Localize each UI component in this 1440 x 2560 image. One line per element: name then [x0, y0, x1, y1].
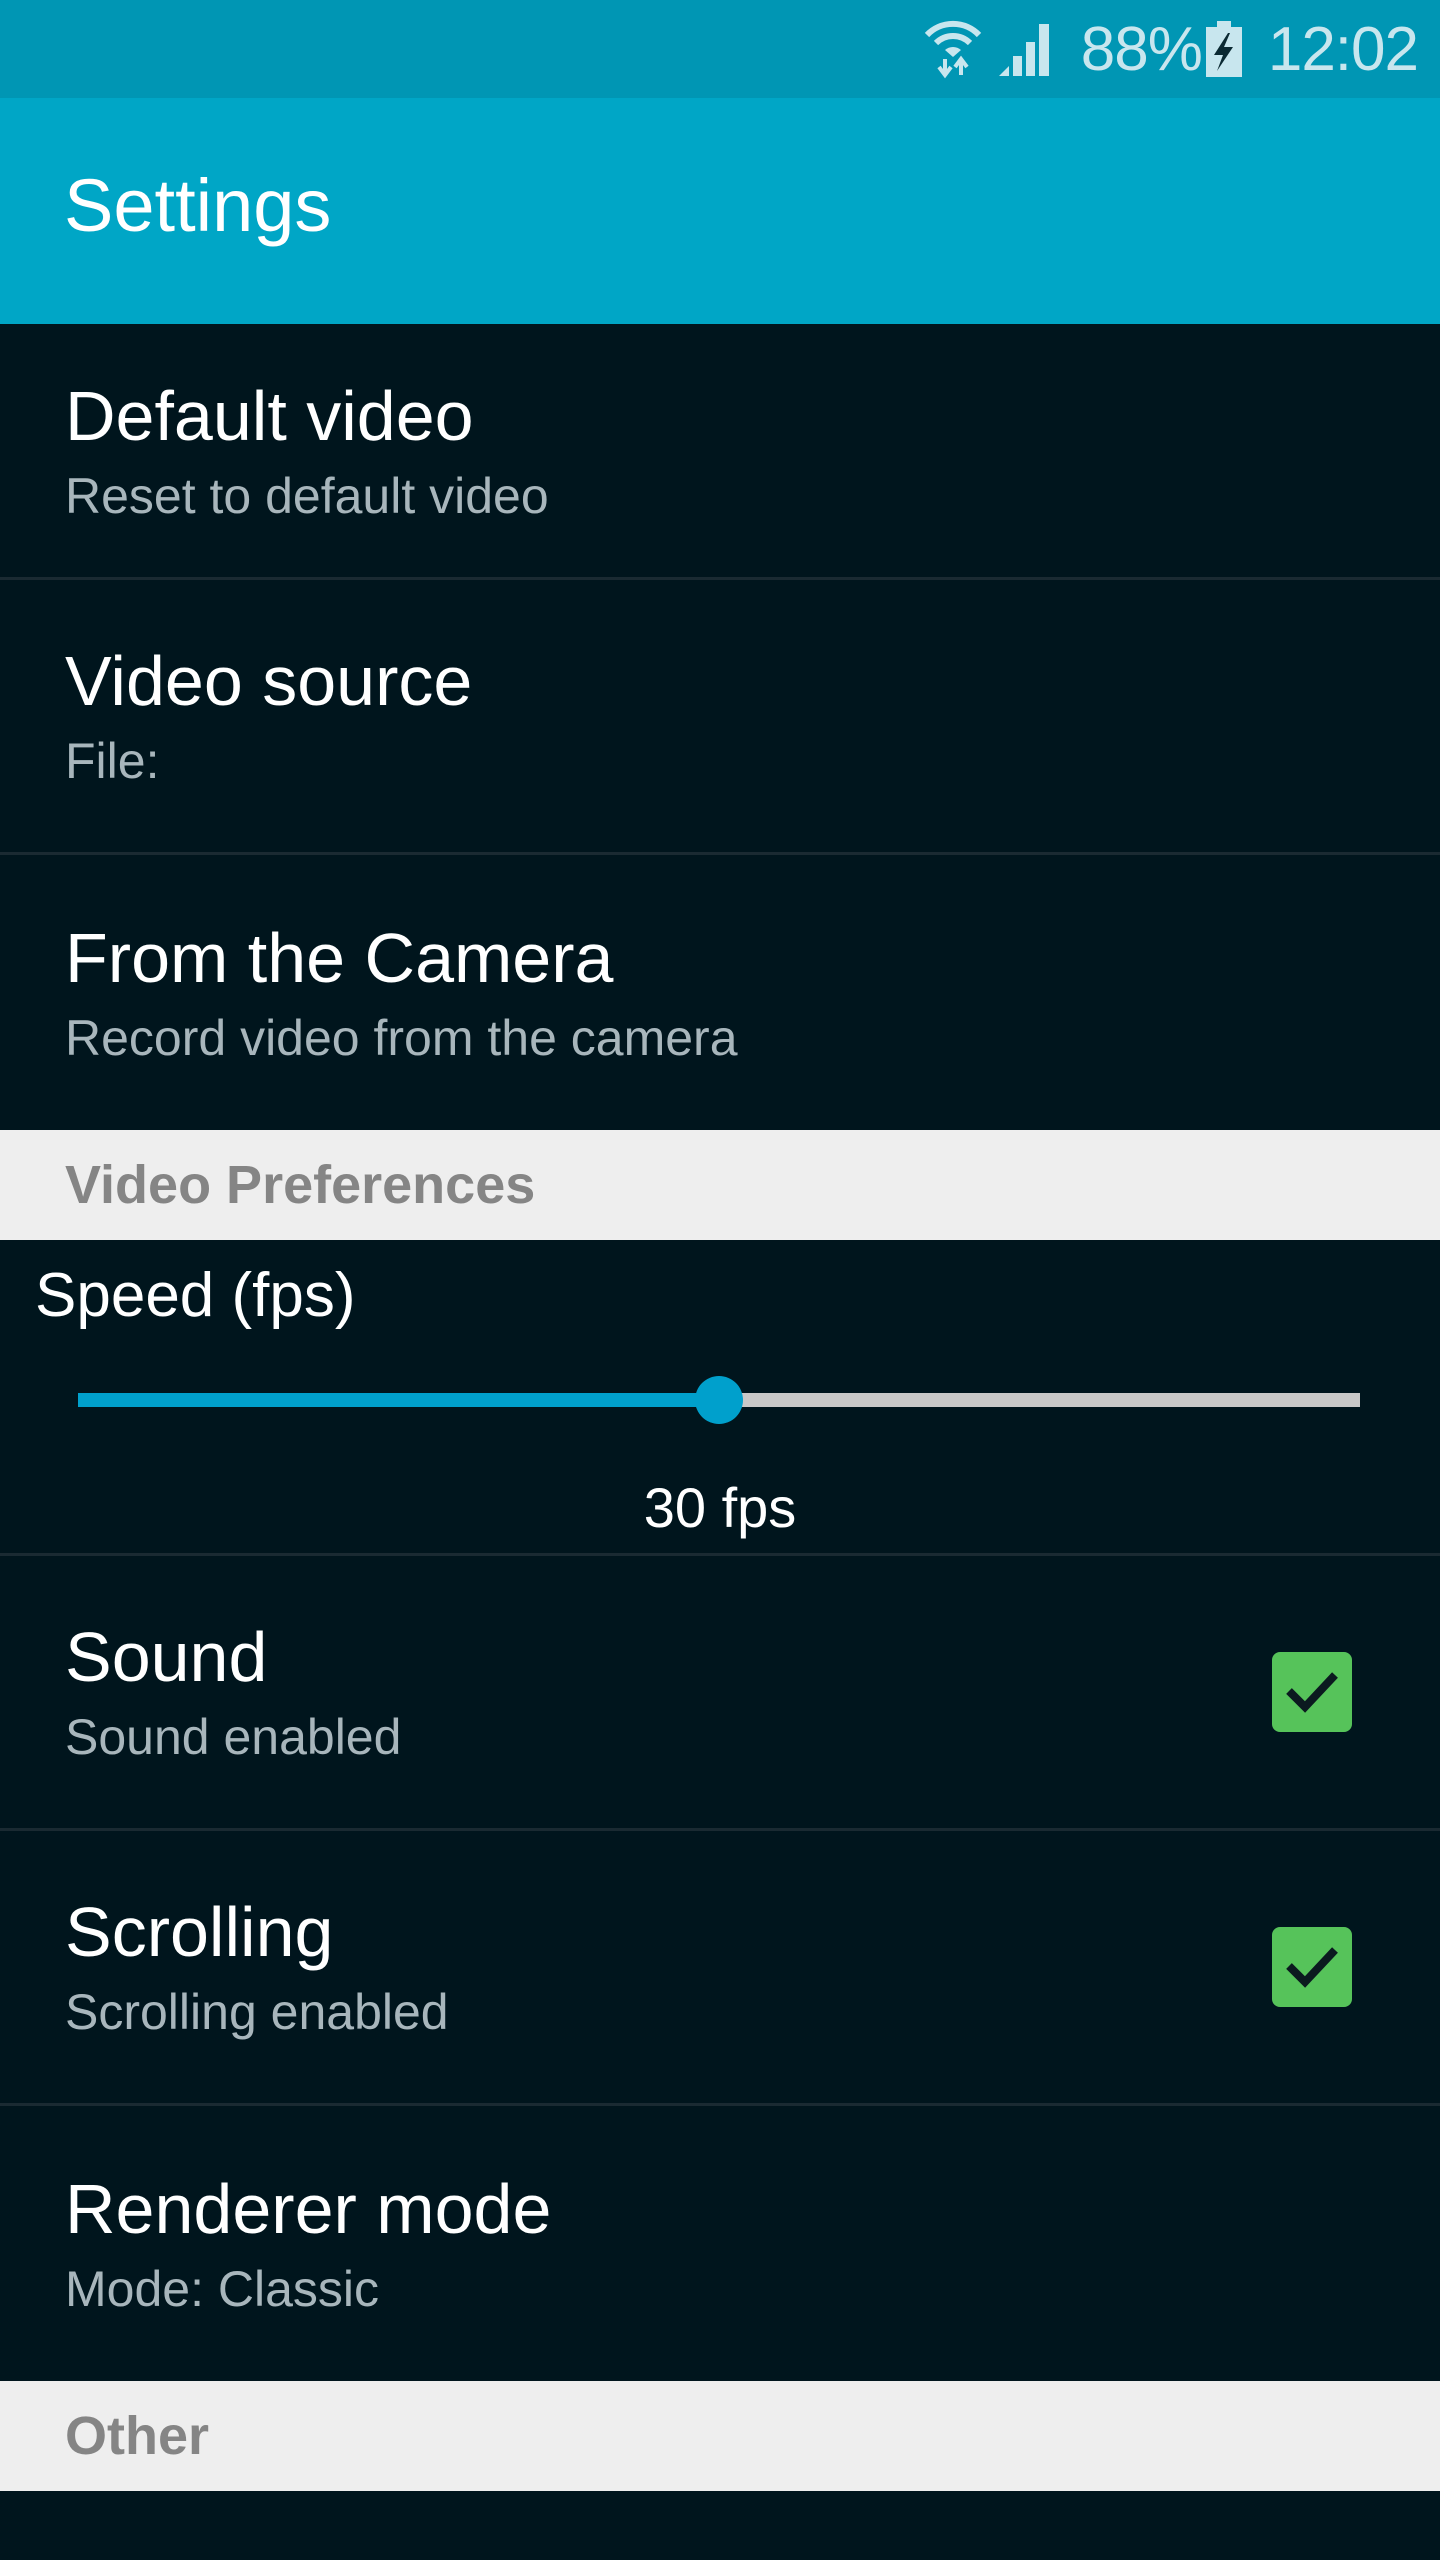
pref-sound[interactable]: Sound Sound enabled	[0, 1556, 1440, 1831]
pref-title: Sound	[65, 1618, 268, 1696]
pref-summary: Sound enabled	[65, 1709, 402, 1765]
pref-title: Scrolling	[65, 1893, 334, 1971]
pref-title: Default video	[65, 376, 474, 455]
pref-title: From the Camera	[65, 918, 614, 997]
sound-checkbox[interactable]	[1272, 1652, 1352, 1732]
pref-summary: Record video from the camera	[65, 1009, 738, 1066]
pref-renderer-mode[interactable]: Renderer mode Mode: Classic	[0, 2106, 1440, 2381]
category-title: Video Preferences	[65, 1155, 536, 1215]
pref-summary: Reset to default video	[65, 467, 549, 524]
checkmark-icon	[1286, 1672, 1338, 1713]
status-bar: 88% 12:02	[0, 0, 1440, 98]
pref-speed: Speed (fps) 30 fps	[0, 1240, 1440, 1556]
pref-title: Video source	[65, 642, 473, 720]
pref-summary: File:	[65, 733, 160, 789]
battery-charging-icon	[1202, 21, 1268, 77]
pref-video-source[interactable]: Video source File:	[0, 580, 1440, 855]
page-title: Settings	[64, 163, 332, 247]
cell-signal-icon	[997, 22, 1081, 76]
pref-title: Renderer mode	[65, 2169, 552, 2248]
wifi-data-icon	[923, 19, 997, 79]
pref-summary: Scrolling enabled	[65, 1984, 449, 2040]
speed-slider-fill	[78, 1393, 719, 1407]
speed-slider-thumb[interactable]	[695, 1376, 743, 1424]
category-video-preferences: Video Preferences	[0, 1130, 1440, 1240]
checkmark-icon	[1286, 1947, 1338, 1988]
pref-from-camera[interactable]: From the Camera Record video from the ca…	[0, 855, 1440, 1130]
scrolling-checkbox[interactable]	[1272, 1927, 1352, 2007]
clock: 12:02	[1267, 14, 1419, 84]
category-title: Other	[65, 2406, 210, 2466]
app-bar: Settings	[0, 98, 1440, 324]
pref-summary: Mode: Classic	[65, 2260, 379, 2317]
pref-default-video[interactable]: Default video Reset to default video	[0, 324, 1440, 580]
category-other: Other	[0, 2381, 1440, 2491]
speed-title: Speed (fps)	[35, 1261, 356, 1330]
battery-percent: 88%	[1080, 14, 1203, 84]
speed-value: 30 fps	[643, 1476, 797, 1539]
pref-scrolling[interactable]: Scrolling Scrolling enabled	[0, 1831, 1440, 2106]
